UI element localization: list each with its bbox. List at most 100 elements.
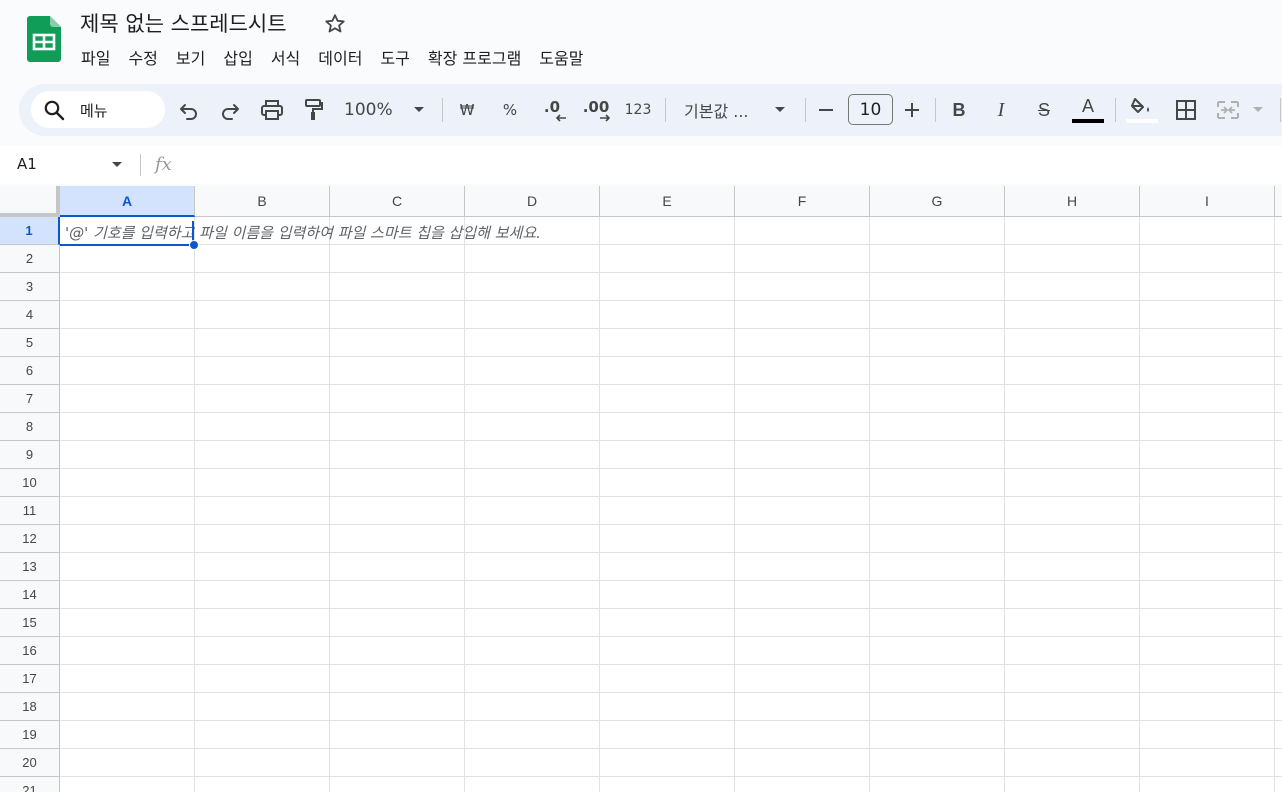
grid-row-line xyxy=(60,524,1282,525)
column-header-f[interactable]: F xyxy=(735,186,870,217)
grid-column-line xyxy=(194,217,195,792)
decrease-font-size-button[interactable] xyxy=(815,84,837,136)
toolbar: 메뉴 100% ₩ % .0 .00 123 기본값 ... 10 B I S … xyxy=(19,84,1282,136)
menu-help[interactable]: 도움말 xyxy=(530,43,592,69)
row-header-11[interactable]: 11 xyxy=(0,497,60,525)
number-format-button[interactable]: 123 xyxy=(621,84,655,136)
zoom-select[interactable]: 100% xyxy=(344,84,404,136)
grid-row-line xyxy=(60,440,1282,441)
row-header-5[interactable]: 5 xyxy=(0,329,60,357)
sheets-app: 제목 없는 스프레드시트 파일 수정 보기 삽입 서식 데이터 도구 확장 프로… xyxy=(0,0,1282,792)
column-header-b[interactable]: B xyxy=(195,186,330,217)
fill-handle[interactable] xyxy=(189,240,199,250)
row-header-3[interactable]: 3 xyxy=(0,273,60,301)
row-header-15[interactable]: 15 xyxy=(0,609,60,637)
grid-row-line xyxy=(60,272,1282,273)
percent-format-button[interactable]: % xyxy=(498,84,522,136)
row-header-2[interactable]: 2 xyxy=(0,245,60,273)
column-header-a[interactable]: A xyxy=(60,186,195,217)
column-header-h[interactable]: H xyxy=(1005,186,1140,217)
menu-search-label: 메뉴 xyxy=(80,102,108,120)
menu-view[interactable]: 보기 xyxy=(167,43,214,69)
column-header-i[interactable]: I xyxy=(1140,186,1275,217)
font-family-select[interactable]: 기본값 ... xyxy=(684,84,759,136)
row-header-4[interactable]: 4 xyxy=(0,301,60,329)
font-family-dropdown[interactable] xyxy=(773,84,787,136)
merge-cells-icon xyxy=(1217,101,1239,119)
row-header-20[interactable]: 20 xyxy=(0,749,60,777)
row-header-9[interactable]: 9 xyxy=(0,441,60,469)
menu-insert[interactable]: 삽입 xyxy=(214,43,261,69)
column-header-partial[interactable] xyxy=(1275,186,1282,217)
document-title[interactable]: 제목 없는 스프레드시트 xyxy=(80,8,287,38)
text-color-button[interactable]: A xyxy=(1071,84,1105,136)
merge-cells-dropdown[interactable] xyxy=(1251,84,1265,136)
zoom-dropdown[interactable] xyxy=(412,84,426,136)
row-header-1[interactable]: 1 xyxy=(0,217,60,245)
menu-search-box[interactable]: 메뉴 xyxy=(31,91,165,128)
bold-button[interactable]: B xyxy=(947,84,971,136)
menu-file[interactable]: 파일 xyxy=(72,43,119,69)
formula-bar-separator xyxy=(140,154,141,176)
borders-icon xyxy=(1176,100,1196,120)
arrow-left-icon xyxy=(555,114,566,122)
row-header-17[interactable]: 17 xyxy=(0,665,60,693)
grid-row-line xyxy=(60,552,1282,553)
row-header-7[interactable]: 7 xyxy=(0,385,60,413)
row-header-18[interactable]: 18 xyxy=(0,693,60,721)
paint-format-icon xyxy=(305,99,323,120)
column-header-g[interactable]: G xyxy=(870,186,1005,217)
currency-format-button[interactable]: ₩ xyxy=(455,84,479,136)
increase-decimal-button[interactable]: .00 xyxy=(579,84,613,136)
column-header-c[interactable]: C xyxy=(330,186,465,217)
strikethrough-button[interactable]: S xyxy=(1031,84,1057,136)
menu-extensions[interactable]: 확장 프로그램 xyxy=(419,43,530,69)
menu-format[interactable]: 서식 xyxy=(262,43,309,69)
print-button[interactable] xyxy=(257,84,287,136)
row-header-8[interactable]: 8 xyxy=(0,413,60,441)
menu-edit[interactable]: 수정 xyxy=(119,43,166,69)
select-all-corner[interactable] xyxy=(0,186,60,217)
menu-data[interactable]: 데이터 xyxy=(309,43,371,69)
formula-bar: A1 fx xyxy=(0,146,1282,184)
grid-column-line xyxy=(1274,217,1275,792)
column-header-e[interactable]: E xyxy=(600,186,735,217)
toolbar-separator xyxy=(1115,98,1116,122)
italic-button[interactable]: I xyxy=(989,84,1013,136)
grid-row-line xyxy=(60,636,1282,637)
grid-row-line xyxy=(60,300,1282,301)
row-header-14[interactable]: 14 xyxy=(0,581,60,609)
row-header-21[interactable]: 21 xyxy=(0,777,60,792)
chevron-down-icon[interactable] xyxy=(112,162,122,167)
sheets-logo-icon[interactable] xyxy=(27,16,61,62)
grid-row-line xyxy=(60,608,1282,609)
menu-tools[interactable]: 도구 xyxy=(371,43,418,69)
menu-bar: 파일 수정 보기 삽입 서식 데이터 도구 확장 프로그램 도움말 xyxy=(72,43,592,69)
redo-icon xyxy=(222,104,239,120)
sheet-grid[interactable]: A B C D E F G H I 1 2 3 4 5 6 7 8 9 10 11 12 13 14 15 16 17 18 19 20… xyxy=(0,186,1282,792)
row-header-6[interactable]: 6 xyxy=(0,357,60,385)
row-header-13[interactable]: 13 xyxy=(0,553,60,581)
row-header-12[interactable]: 12 xyxy=(0,525,60,553)
grid-row-line xyxy=(60,244,1282,245)
row-header-10[interactable]: 10 xyxy=(0,469,60,497)
column-header-d[interactable]: D xyxy=(465,186,600,217)
paint-format-button[interactable] xyxy=(299,84,329,136)
font-size-input[interactable]: 10 xyxy=(848,94,893,125)
zoom-value: 100% xyxy=(344,100,393,120)
toolbar-separator xyxy=(665,98,666,122)
chevron-down-icon xyxy=(775,107,785,112)
borders-button[interactable] xyxy=(1173,84,1199,136)
merge-cells-button[interactable] xyxy=(1215,84,1241,136)
fill-color-button[interactable] xyxy=(1125,84,1159,136)
chevron-down-icon xyxy=(414,107,424,112)
undo-button[interactable] xyxy=(174,84,204,136)
star-icon[interactable] xyxy=(323,11,347,37)
grid-row-line xyxy=(60,468,1282,469)
row-header-19[interactable]: 19 xyxy=(0,721,60,749)
row-header-16[interactable]: 16 xyxy=(0,637,60,665)
name-box[interactable]: A1 xyxy=(17,155,37,173)
decrease-decimal-button[interactable]: .0 xyxy=(537,84,567,136)
increase-font-size-button[interactable] xyxy=(901,84,923,136)
redo-button[interactable] xyxy=(215,84,245,136)
